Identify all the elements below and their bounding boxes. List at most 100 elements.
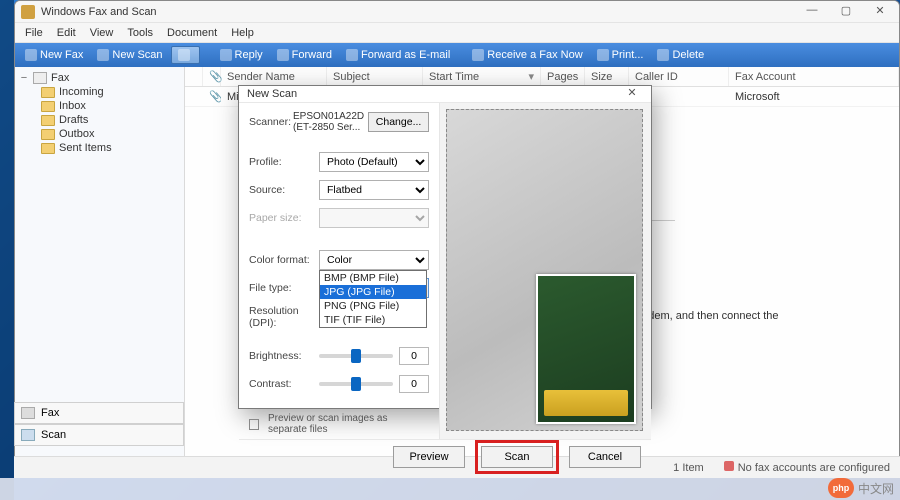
tree-inbox[interactable]: Inbox	[39, 99, 182, 113]
col-start[interactable]: Start Time ▾	[423, 67, 541, 86]
tree-drafts[interactable]: Drafts	[39, 113, 182, 127]
menu-file[interactable]: File	[19, 25, 49, 41]
slider-thumb[interactable]	[351, 349, 361, 363]
colorformat-label: Color format:	[249, 254, 315, 266]
tree-root-fax[interactable]: − Fax	[17, 71, 182, 85]
colorformat-select[interactable]: Color	[319, 250, 429, 270]
maximize-button[interactable]: ▢	[833, 4, 859, 20]
reply-button[interactable]: Reply	[214, 47, 269, 63]
source-label: Source:	[249, 184, 315, 196]
contrast-label: Contrast:	[249, 378, 315, 390]
scan-preview-frame[interactable]	[446, 109, 643, 431]
profile-label: Profile:	[249, 156, 315, 168]
window-title: Windows Fax and Scan	[41, 6, 799, 18]
new-fax-button[interactable]: New Fax	[19, 47, 89, 63]
menu-tools[interactable]: Tools	[121, 25, 159, 41]
tree-root-label: Fax	[51, 72, 69, 84]
reply-label: Reply	[235, 49, 263, 61]
print-button[interactable]: Print...	[591, 47, 650, 63]
brightness-value: 0	[399, 347, 429, 365]
filetype-option-tif[interactable]: TIF (TIF File)	[320, 313, 426, 327]
scan-button[interactable]: Scan	[481, 446, 553, 468]
reply-icon	[220, 49, 232, 61]
col-subject[interactable]: Subject	[327, 67, 423, 86]
row-attach-icon: 📎	[203, 90, 221, 103]
cancel-button[interactable]: Cancel	[569, 446, 641, 468]
tab-scan[interactable]: Scan	[14, 424, 184, 446]
status-text: No fax accounts are configured	[738, 462, 890, 474]
folder-icon	[41, 115, 55, 126]
scanned-image-preview	[536, 274, 636, 424]
separate-files-label: Preview or scan images as separate files	[268, 413, 429, 435]
receive-label: Receive a Fax Now	[487, 49, 582, 61]
tree-outbox[interactable]: Outbox	[39, 127, 182, 141]
dialog-buttons: Preview Scan Cancel	[239, 440, 651, 474]
dialog-title: New Scan	[247, 88, 297, 100]
row-account: Microsoft	[729, 91, 899, 103]
col-caller[interactable]: Caller ID	[629, 67, 729, 86]
menu-view[interactable]: View	[84, 25, 120, 41]
scanner-label: Scanner:	[249, 116, 289, 128]
filetype-option-jpg[interactable]: JPG (JPG File)	[320, 285, 426, 299]
col-flag[interactable]	[185, 67, 203, 86]
print-label: Print...	[612, 49, 644, 61]
status-message: No fax accounts are configured	[724, 461, 890, 474]
toolbar: New Fax New Scan Reply Forward Forward a…	[15, 43, 899, 67]
toolbar-options-button[interactable]	[171, 46, 200, 64]
minimize-button[interactable]: —	[799, 4, 825, 20]
resolution-label: Resolution (DPI):	[249, 305, 315, 329]
delete-button[interactable]: Delete	[651, 47, 710, 63]
filetype-option-png[interactable]: PNG (PNG File)	[320, 299, 426, 313]
watermark: php 中文网	[828, 478, 894, 498]
tree-sent[interactable]: Sent Items	[39, 141, 182, 155]
contrast-slider[interactable]	[319, 382, 393, 386]
col-sender[interactable]: Sender Name	[221, 67, 327, 86]
fax-tab-icon	[21, 407, 35, 419]
preview-button[interactable]: Preview	[393, 446, 465, 468]
tab-fax-label: Fax	[41, 407, 59, 419]
new-scan-dialog: New Scan ✕ Scanner: EPSON01A22D (ET-2850…	[238, 85, 652, 409]
dialog-form: Scanner: EPSON01A22D (ET-2850 Ser... Cha…	[239, 103, 439, 439]
scan-tab-icon	[21, 429, 35, 441]
menubar: File Edit View Tools Document Help	[15, 23, 899, 43]
status-count: 1 Item	[673, 462, 704, 474]
forward-button[interactable]: Forward	[271, 47, 338, 63]
profile-select[interactable]: Photo (Default)	[319, 152, 429, 172]
new-scan-label: New Scan	[112, 49, 162, 61]
receive-fax-button[interactable]: Receive a Fax Now	[466, 47, 588, 63]
tree-item-label: Drafts	[59, 114, 88, 126]
menu-edit[interactable]: Edit	[51, 25, 82, 41]
folder-icon	[41, 129, 55, 140]
dialog-preview-pane	[439, 103, 651, 439]
dialog-close-button[interactable]: ✕	[621, 86, 643, 102]
new-scan-button[interactable]: New Scan	[91, 47, 168, 63]
source-select[interactable]: Flatbed	[319, 180, 429, 200]
separate-files-checkbox[interactable]	[249, 419, 259, 430]
col-account[interactable]: Fax Account	[729, 67, 899, 86]
tab-fax[interactable]: Fax	[14, 402, 184, 424]
scanner-value: EPSON01A22D (ET-2850 Ser...	[293, 111, 364, 133]
col-attach[interactable]: 📎	[203, 67, 221, 86]
collapse-icon[interactable]: −	[19, 72, 29, 84]
windows-taskbar[interactable]	[0, 478, 900, 500]
new-fax-label: New Fax	[40, 49, 83, 61]
change-scanner-button[interactable]: Change...	[368, 112, 429, 132]
forward-email-button[interactable]: Forward as E-mail	[340, 47, 456, 63]
menu-document[interactable]: Document	[161, 25, 223, 41]
folder-icon	[41, 87, 55, 98]
filetype-dropdown: BMP (BMP File) JPG (JPG File) PNG (PNG F…	[319, 270, 427, 328]
list-header: 📎 Sender Name Subject Start Time ▾ Pages…	[185, 67, 899, 87]
delete-label: Delete	[672, 49, 704, 61]
close-button[interactable]: ✕	[867, 4, 893, 20]
receive-icon	[472, 49, 484, 61]
col-size[interactable]: Size	[585, 67, 629, 86]
menu-help[interactable]: Help	[225, 25, 260, 41]
tree-incoming[interactable]: Incoming	[39, 85, 182, 99]
print-icon	[597, 49, 609, 61]
col-pages[interactable]: Pages	[541, 67, 585, 86]
col-start-label: Start Time	[429, 71, 479, 83]
folder-icon	[41, 101, 55, 112]
brightness-slider[interactable]	[319, 354, 393, 358]
filetype-option-bmp[interactable]: BMP (BMP File)	[320, 271, 426, 285]
slider-thumb[interactable]	[351, 377, 361, 391]
